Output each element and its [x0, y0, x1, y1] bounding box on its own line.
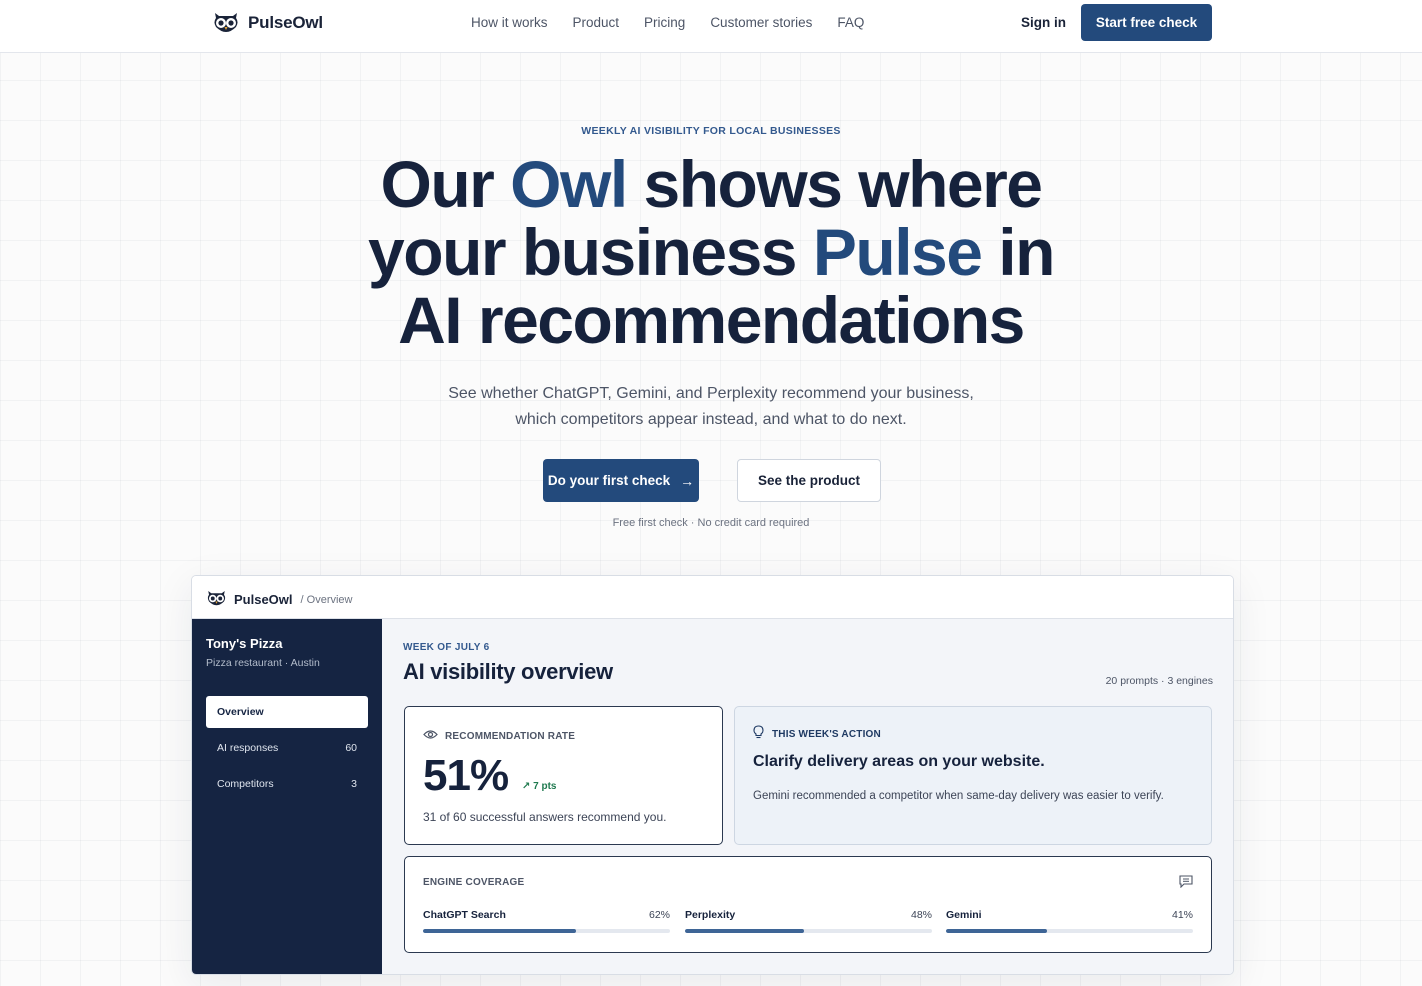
owl-icon [212, 9, 240, 38]
business-name: Tony's Pizza [206, 636, 283, 651]
hero-eyebrow: WEEKLY AI VISIBILITY FOR LOCAL BUSINESSE… [581, 125, 841, 137]
sign-in-link[interactable]: Sign in [1021, 15, 1066, 30]
see-product-button[interactable]: See the product [737, 459, 881, 502]
sidebar-item-competitors[interactable]: Competitors 3 [206, 768, 368, 800]
headline-line-3: AI recommendations [398, 283, 1025, 357]
week-label: WEEK OF JULY 6 [403, 642, 490, 653]
engine-perplexity: Perplexity 48% [685, 909, 932, 933]
recommendation-rate-card: RECOMMENDATION RATE 51% ↗ 7 pts 31 of 60… [404, 706, 723, 845]
coverage-bar [423, 929, 670, 933]
nav-links: How it works Product Pricing Customer st… [471, 15, 889, 30]
nav-link-customer-stories[interactable]: Customer stories [710, 15, 812, 30]
preview-topbar: PulseOwl / Overview [192, 576, 1233, 619]
action-description: Gemini recommended a competitor when sam… [753, 790, 1164, 802]
hero-note: Free first check · No credit card requir… [612, 517, 810, 529]
action-label: THIS WEEK'S ACTION [772, 729, 881, 740]
rate-value: 51% [423, 751, 509, 800]
engine-coverage-label: ENGINE COVERAGE [423, 877, 525, 888]
nav-link-product[interactable]: Product [573, 15, 620, 30]
engine-coverage-card: ENGINE COVERAGE ChatGPT Search 62% Perple… [404, 856, 1212, 953]
lightbulb-icon [753, 725, 764, 744]
nav-link-faq[interactable]: FAQ [837, 15, 864, 30]
sidebar-item-ai-responses[interactable]: AI responses 60 [206, 732, 368, 764]
coverage-bar-fill [423, 929, 577, 933]
rate-description: 31 of 60 successful answers recommend yo… [423, 810, 667, 824]
brand-name: PulseOwl [248, 13, 323, 32]
brand-logo[interactable]: PulseOwl [212, 10, 323, 36]
hero-headline: Our Owl shows where your business Pulse … [0, 150, 1422, 354]
sidebar-count: 3 [351, 778, 357, 790]
nav-link-how-it-works[interactable]: How it works [471, 15, 548, 30]
overview-title: AI visibility overview [403, 659, 613, 684]
preview-sidebar: Tony's Pizza Pizza restaurant · Austin O… [192, 619, 382, 974]
coverage-bar-fill [946, 929, 1048, 933]
eye-icon [423, 727, 438, 745]
product-preview-window: PulseOwl / Overview Tony's Pizza Pizza r… [191, 575, 1234, 975]
coverage-bar [946, 929, 1193, 933]
breadcrumb: / Overview [300, 593, 353, 606]
hero-subtitle: See whether ChatGPT, Gemini, and Perplex… [448, 385, 974, 428]
rate-delta: ↗ 7 pts [522, 781, 557, 792]
do-first-check-button[interactable]: Do your first check → [543, 459, 699, 502]
engine-gemini: Gemini 41% [946, 909, 1193, 933]
weekly-action-card: THIS WEEK'S ACTION Clarify delivery area… [734, 706, 1212, 845]
headline-line-1: Our Owl shows where [380, 147, 1043, 221]
coverage-bar [685, 929, 932, 933]
coverage-bar-fill [685, 929, 804, 933]
top-navbar: PulseOwl How it works Product Pricing Cu… [0, 0, 1422, 53]
business-subtitle: Pizza restaurant · Austin [206, 657, 320, 669]
rate-label: RECOMMENDATION RATE [445, 730, 576, 742]
engine-chatgpt: ChatGPT Search 62% [423, 909, 670, 933]
start-free-check-button[interactable]: Start free check [1081, 4, 1212, 41]
prompts-meta: 20 prompts · 3 engines [1105, 675, 1213, 687]
preview-brand-name: PulseOwl [234, 592, 293, 607]
owl-icon [206, 588, 227, 611]
message-icon[interactable] [1179, 875, 1193, 893]
sidebar-count: 60 [345, 742, 357, 754]
action-headline: Clarify delivery areas on your website. [753, 753, 1045, 770]
sidebar-item-overview[interactable]: Overview [206, 696, 368, 728]
headline-highlight-owl: Owl [510, 147, 628, 221]
arrow-right-icon: → [680, 472, 695, 489]
headline-highlight-pulse: Pulse [812, 215, 983, 289]
headline-line-2: your business Pulse in [368, 215, 1055, 289]
nav-link-pricing[interactable]: Pricing [644, 15, 685, 30]
